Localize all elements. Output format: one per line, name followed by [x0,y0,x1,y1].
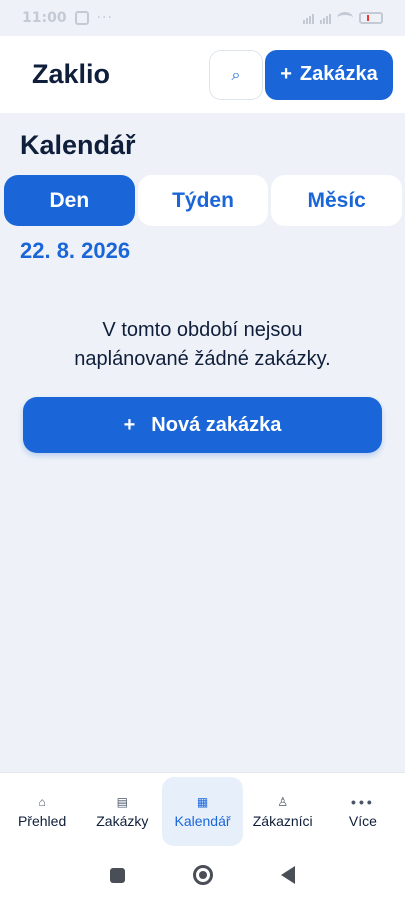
add-job-label: Zakázka [299,63,378,85]
nav-label: Více [348,812,377,829]
nav-label: Zákazníci [252,812,313,829]
home-icon: ⌂ [38,794,46,809]
more-icon: ••• [351,793,375,810]
battery-icon [359,12,383,24]
customer-icon: ♙ [277,794,289,809]
tab-week[interactable]: Týden [137,175,269,226]
nav-label: Kalendář [174,812,231,829]
add-job-button[interactable]: + Zakázka [265,49,393,100]
nav-label: Přehled [17,812,67,829]
status-time: 11:00 [22,10,67,26]
signal-icon [303,12,314,24]
app-title: Zaklio [32,59,111,89]
new-job-button[interactable]: + Nová zakázka [23,397,382,453]
nav-item-calendar[interactable]: ▦ Kalendář [162,777,243,846]
page-title: Kalendář [20,130,136,160]
plus-icon: + [123,413,136,436]
nav-item-overview[interactable]: ⌂ Přehled [2,777,82,846]
nav-label: Zakázky [96,812,149,829]
status-left: 11:00 ··· [22,10,113,26]
empty-state-message: V tomto období nejsou naplánované žádné … [20,316,385,374]
new-job-label: Nová zakázka [151,413,282,436]
view-tabs: Den Týden Měsíc [4,175,403,226]
plus-icon: + [280,63,292,85]
nav-item-customers[interactable]: ♙ Zákazníci [243,777,323,846]
tab-day[interactable]: Den [4,175,135,226]
list-icon: ▤ [116,794,128,809]
search-button[interactable]: ⌕ [209,49,263,100]
tab-month[interactable]: Měsíc [271,175,403,226]
bottom-nav: ⌂ Přehled ▤ Zakázky ▦ Kalendář ♙ Zákazní… [0,772,405,850]
wifi-icon [337,12,353,24]
calendar-icon: ▦ [196,794,209,809]
recents-icon[interactable] [110,867,125,883]
nav-item-more[interactable]: ••• Více [323,777,403,846]
search-icon: ⌕ [231,64,241,84]
status-right [303,12,383,24]
empty-message-line2: naplánované žádné zakázky. [74,348,331,370]
signal-icon-2 [320,12,331,24]
empty-message-line1: V tomto období nejsou [102,319,303,341]
more-notifications-icon: ··· [96,10,113,26]
status-bar: 11:00 ··· [0,0,405,36]
app-header: Zaklio ⌕ + Zakázka [0,36,405,113]
current-date[interactable]: 22. 8. 2026 [20,238,130,264]
nav-item-jobs[interactable]: ▤ Zakázky [82,777,162,846]
back-icon[interactable] [281,866,295,884]
notification-icon [74,11,89,25]
home-button-icon[interactable] [193,865,213,885]
system-navigation-bar [0,850,405,900]
